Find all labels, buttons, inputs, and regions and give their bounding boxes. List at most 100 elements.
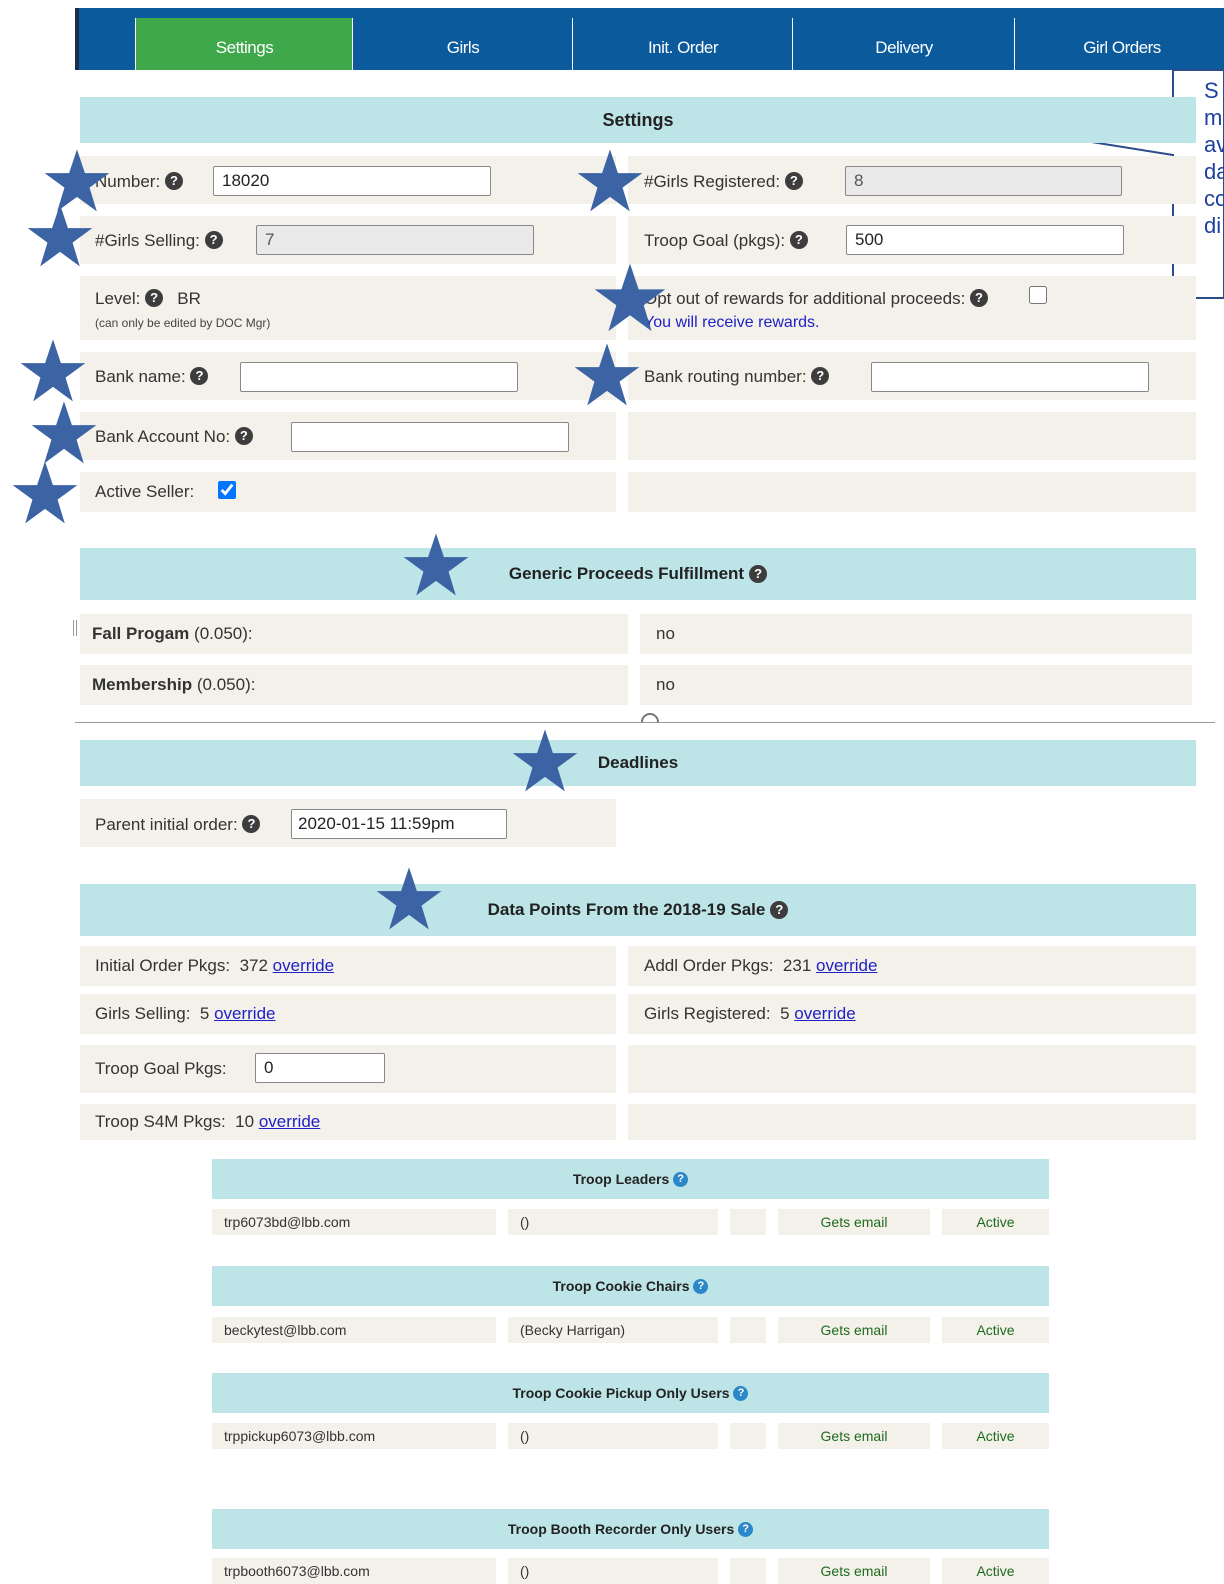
tab-girls[interactable]: Girls (352, 18, 573, 70)
cookie-chairs-header: Troop Cookie Chairs ? (212, 1266, 1049, 1306)
active-seller-checkbox[interactable] (218, 481, 236, 499)
fall-program-label: Fall Progam (0.050): (92, 624, 253, 643)
star-annotation (577, 148, 643, 214)
help-icon[interactable]: ? (789, 231, 808, 249)
girls-registered-input (845, 166, 1122, 196)
override-link[interactable]: override (816, 956, 877, 975)
user-name: (Becky Harrigan) (508, 1317, 718, 1343)
user-name: () (508, 1209, 718, 1235)
membership-value-cell (640, 665, 1192, 705)
dp-s4m-label: Troop S4M Pkgs: 10 override (95, 1112, 321, 1131)
override-link[interactable]: override (259, 1112, 320, 1131)
generic-proceeds-title: Generic Proceeds Fulfillment (508, 564, 745, 583)
user-name: () (508, 1558, 718, 1584)
help-icon[interactable]: ? (164, 172, 183, 190)
help-icon[interactable]: ? (811, 367, 830, 385)
user-status: Active (942, 1317, 1049, 1343)
initial-order-label: Initial Order Pkgs: 372 override (95, 956, 335, 975)
settings-header: Settings (80, 97, 1196, 143)
bank-routing-input[interactable] (871, 362, 1149, 392)
number-input[interactable] (213, 166, 491, 196)
settings-header-text: Settings (602, 109, 674, 130)
bank-name-label: Bank name: ? (95, 367, 209, 387)
override-link[interactable]: override (794, 1004, 855, 1023)
booth-recorder-header: Troop Booth Recorder Only Users ? (212, 1509, 1049, 1549)
override-link[interactable]: override (273, 956, 334, 975)
help-icon[interactable]: ? (770, 901, 789, 919)
help-icon[interactable]: ? (234, 427, 253, 445)
user-empty-cell (730, 1423, 766, 1449)
user-email: beckytest@lbb.com (212, 1317, 496, 1343)
troop-goal-input[interactable] (846, 225, 1124, 255)
girls-selling-label: #Girls Selling: ? (95, 231, 223, 251)
dp-troop-goal-input[interactable] (255, 1053, 385, 1083)
tab-init-order[interactable]: Init. Order (572, 18, 793, 70)
generic-proceeds-header: Generic Proceeds Fulfillment ? (80, 548, 1196, 600)
pickup-users-header: Troop Cookie Pickup Only Users ? (212, 1373, 1049, 1413)
help-icon[interactable]: ? (693, 1279, 709, 1294)
empty-row (628, 1045, 1196, 1093)
star-annotation (31, 400, 97, 466)
help-icon[interactable]: ? (733, 1386, 749, 1401)
help-icon[interactable]: ? (784, 172, 803, 190)
addl-order-label: Addl Order Pkgs: 231 override (644, 956, 878, 975)
override-link[interactable]: override (214, 1004, 275, 1023)
bank-name-input[interactable] (240, 362, 518, 392)
girls-registered-label: #Girls Registered: ? (644, 172, 803, 192)
opt-out-checkbox[interactable] (1029, 286, 1047, 304)
empty-row (628, 412, 1196, 460)
bank-routing-label: Bank routing number: ? (644, 367, 830, 387)
help-icon[interactable]: ? (190, 367, 209, 385)
troop-goal-label: Troop Goal (pkgs): ? (644, 231, 808, 251)
user-email: trppickup6073@lbb.com (212, 1423, 496, 1449)
help-icon[interactable]: ? (970, 289, 989, 307)
fall-program-value-cell (640, 614, 1192, 654)
help-icon[interactable]: ? (204, 231, 223, 249)
star-annotation (12, 460, 78, 526)
datapoints-header: Data Points From the 2018-19 Sale ? (80, 884, 1196, 936)
dp-troop-goal-label: Troop Goal Pkgs: (95, 1059, 227, 1078)
callout-line-6: di (1204, 213, 1222, 238)
level-label: Level: ? BR (95, 289, 201, 308)
fall-program-value: no (656, 624, 675, 643)
tab-settings[interactable]: Settings (135, 18, 353, 70)
deadlines-title: Deadlines (597, 753, 679, 772)
empty-row (628, 472, 1196, 512)
email-status: Gets email (778, 1317, 930, 1343)
user-empty-cell (730, 1209, 766, 1235)
callout-line-5: co (1204, 186, 1224, 211)
divider-line (75, 722, 1215, 723)
user-name: () (508, 1423, 718, 1449)
rewards-note: You will receive rewards. (644, 314, 820, 331)
user-email: trpbooth6073@lbb.com (212, 1558, 496, 1584)
membership-label: Membership (0.050): (92, 675, 256, 694)
callout-line-2: m (1204, 105, 1223, 130)
star-annotation (20, 338, 86, 404)
user-status: Active (942, 1558, 1049, 1584)
dp-girls-selling-label: Girls Selling: 5 override (95, 1004, 276, 1023)
empty-row (628, 1104, 1196, 1140)
datapoints-title: Data Points From the 2018-19 Sale (487, 900, 766, 919)
star-annotation (27, 203, 93, 269)
help-icon[interactable]: ? (242, 815, 261, 833)
star-annotation (403, 532, 469, 598)
star-annotation (574, 342, 640, 408)
dp-girls-registered-label: Girls Registered: 5 override (644, 1004, 856, 1023)
callout-line-3: av (1204, 132, 1224, 157)
resize-handle[interactable] (73, 620, 77, 636)
parent-order-label: Parent initial order: ? (95, 815, 261, 835)
user-empty-cell (730, 1317, 766, 1343)
help-icon[interactable]: ? (738, 1522, 754, 1537)
email-status: Gets email (778, 1209, 930, 1235)
user-email: trp6073bd@lbb.com (212, 1209, 496, 1235)
star-annotation (376, 866, 442, 932)
help-icon[interactable]: ? (145, 289, 164, 307)
membership-value: no (656, 675, 675, 694)
help-icon[interactable]: ? (749, 565, 768, 583)
level-value: BR (177, 289, 201, 308)
parent-order-deadline-input[interactable] (291, 809, 507, 839)
opt-out-label: Opt out of rewards for additional procee… (644, 289, 989, 309)
star-annotation (512, 728, 578, 794)
bank-account-input[interactable] (291, 422, 569, 452)
help-icon[interactable]: ? (673, 1172, 689, 1187)
